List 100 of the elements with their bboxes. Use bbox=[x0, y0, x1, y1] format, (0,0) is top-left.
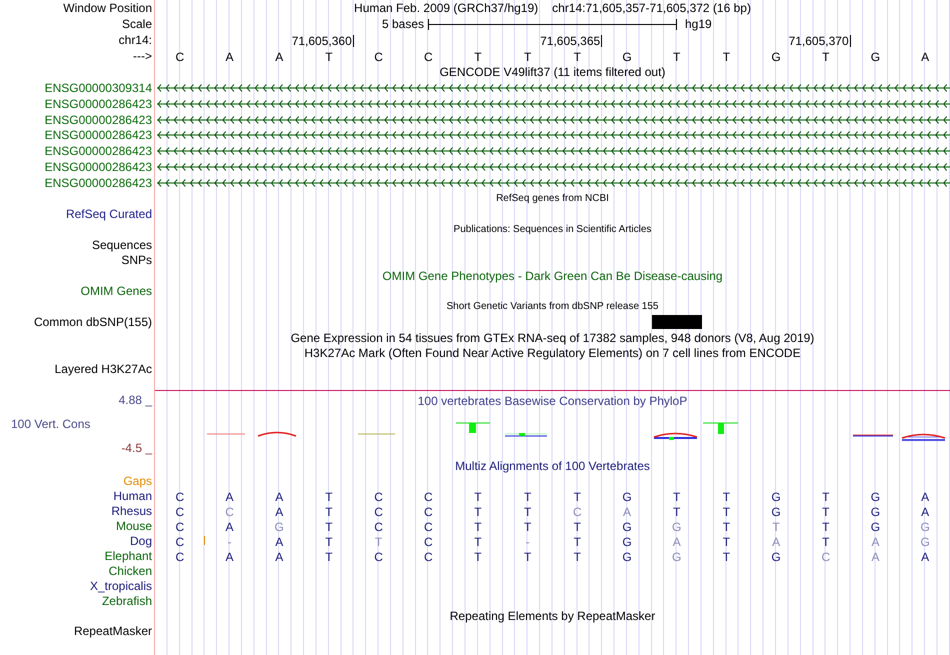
gene-label[interactable]: ENSG00000286423 bbox=[44, 126, 152, 144]
base-letter: A bbox=[871, 550, 880, 564]
coordinate-tick-label: 71,605,360 bbox=[155, 35, 354, 47]
track-title: GENCODE V49lift37 (11 items filtered out) bbox=[440, 64, 666, 81]
base-letter: T bbox=[673, 505, 680, 520]
base-letter: C bbox=[176, 505, 184, 520]
base-letter: C bbox=[225, 505, 234, 520]
base-letter: T bbox=[324, 49, 334, 66]
base-letter: T bbox=[574, 535, 582, 550]
track-label[interactable]: SNPs bbox=[121, 251, 152, 270]
base-letter: T bbox=[822, 505, 830, 520]
species-label[interactable]: X_tropicalis bbox=[90, 576, 152, 595]
gene-label[interactable]: ENSG00000286423 bbox=[44, 94, 152, 113]
gene-label[interactable]: ENSG00000286423 bbox=[44, 174, 152, 192]
base-letter: C bbox=[821, 550, 830, 564]
base-letter: A bbox=[275, 490, 284, 504]
base-letter: A bbox=[623, 505, 632, 520]
base-letter: T bbox=[325, 535, 333, 550]
base-letter: T bbox=[672, 49, 682, 66]
base-letter: G bbox=[622, 490, 632, 504]
base-letter: T bbox=[722, 49, 732, 66]
species-label[interactable]: Dog bbox=[130, 532, 152, 550]
track-label[interactable]: Sequences bbox=[92, 236, 152, 254]
base-letter: A bbox=[920, 49, 930, 66]
track-label[interactable]: Layered H3K27Ac bbox=[54, 360, 152, 378]
scale-text: 5 bases bbox=[382, 16, 424, 33]
species-label[interactable]: Rhesus bbox=[111, 502, 152, 520]
base-letter: - bbox=[228, 535, 232, 550]
gene-label[interactable]: ENSG00000286423 bbox=[44, 158, 152, 176]
gene-label[interactable]: ENSG00000309314 bbox=[44, 78, 152, 97]
base-letter: T bbox=[722, 505, 730, 520]
gene-label[interactable]: ENSG00000286423 bbox=[44, 110, 152, 128]
track-title: RefSeq genes from NCBI bbox=[496, 192, 609, 206]
base-letter: C bbox=[424, 550, 433, 564]
base-letter: A bbox=[275, 535, 284, 550]
base-letter: A bbox=[921, 490, 930, 504]
base-letter: C bbox=[176, 490, 184, 504]
base-letter: G bbox=[870, 490, 880, 504]
base-letter: T bbox=[473, 49, 483, 66]
track-label: chr14: bbox=[118, 32, 152, 49]
base-letter: C bbox=[373, 49, 384, 66]
base-letter: T bbox=[822, 490, 830, 504]
species-label[interactable]: Elephant bbox=[104, 546, 152, 565]
base-letter: T bbox=[325, 490, 333, 504]
base-letter: C bbox=[424, 490, 433, 504]
base-letter: T bbox=[522, 49, 532, 66]
base-letter: T bbox=[524, 505, 532, 520]
base-letter: A bbox=[226, 550, 234, 564]
base-letter: G bbox=[770, 49, 782, 66]
species-label[interactable]: Zebrafish bbox=[102, 592, 152, 610]
base-letter: C bbox=[374, 550, 383, 564]
base-letter: T bbox=[572, 49, 582, 66]
track-title: Short Genetic Variants from dbSNP release 155 bbox=[446, 300, 658, 314]
base-letter: T bbox=[474, 550, 482, 564]
track-label[interactable]: RefSeq Curated bbox=[66, 204, 152, 223]
base-letter: C bbox=[424, 520, 433, 534]
gene-label[interactable]: ENSG00000286423 bbox=[44, 142, 152, 160]
base-letter: G bbox=[870, 505, 880, 520]
base-letter: T bbox=[822, 520, 830, 534]
track-label[interactable]: RepeatMasker bbox=[74, 622, 152, 640]
base-letter: T bbox=[474, 520, 482, 534]
position-text: chr14:71,605,357-71,605,372 (16 bp) bbox=[552, 0, 751, 17]
assembly-label: hg19 bbox=[685, 16, 712, 33]
base-letter: C bbox=[176, 535, 184, 550]
species-label[interactable]: Human bbox=[113, 486, 152, 505]
base-letter: T bbox=[722, 520, 730, 534]
base-letter: T bbox=[822, 535, 830, 550]
base-letter: G bbox=[771, 505, 781, 520]
base-letter: A bbox=[871, 535, 880, 550]
base-letter: C bbox=[374, 490, 383, 504]
base-letter: G bbox=[672, 550, 682, 564]
track-label: Scale bbox=[122, 16, 152, 33]
base-letter: G bbox=[274, 520, 284, 534]
base-letter: T bbox=[722, 550, 730, 564]
track-label[interactable]: 100 Vert. Cons bbox=[11, 414, 90, 433]
track-title: Multiz Alignments of 100 Vertebrates bbox=[455, 458, 650, 475]
base-letter: T bbox=[772, 520, 780, 534]
base-letter: T bbox=[474, 535, 482, 550]
base-letter: A bbox=[921, 505, 930, 520]
base-letter: A bbox=[275, 505, 284, 520]
base-letter: A bbox=[772, 535, 780, 550]
base-letter: G bbox=[622, 535, 632, 550]
axis-min-label: -4.5 _ bbox=[121, 440, 152, 457]
base-letter: T bbox=[574, 550, 582, 564]
track-title: H3K27Ac Mark (Often Found Near Active Regulatory Elements) on 7 cell lines from ENCODE bbox=[304, 345, 801, 362]
coordinate-tick-label: 71,605,365 bbox=[403, 35, 602, 47]
base-letter: G bbox=[672, 520, 682, 534]
axis-max-label: 4.88 _ bbox=[118, 392, 152, 409]
base-letter: A bbox=[226, 490, 234, 504]
track-title: Repeating Elements by RepeatMasker bbox=[450, 608, 656, 625]
base-letter: A bbox=[274, 49, 284, 66]
base-letter: C bbox=[422, 49, 434, 66]
base-letter: T bbox=[574, 520, 582, 534]
species-label[interactable]: Mouse bbox=[116, 516, 152, 535]
track-label[interactable]: Common dbSNP(155) bbox=[34, 313, 152, 332]
base-letter: A bbox=[224, 49, 235, 66]
base-letter: T bbox=[325, 550, 333, 564]
track-label[interactable]: OMIM Genes bbox=[80, 282, 152, 300]
species-label[interactable]: Chicken bbox=[108, 562, 152, 580]
base-letter: C bbox=[174, 49, 186, 66]
